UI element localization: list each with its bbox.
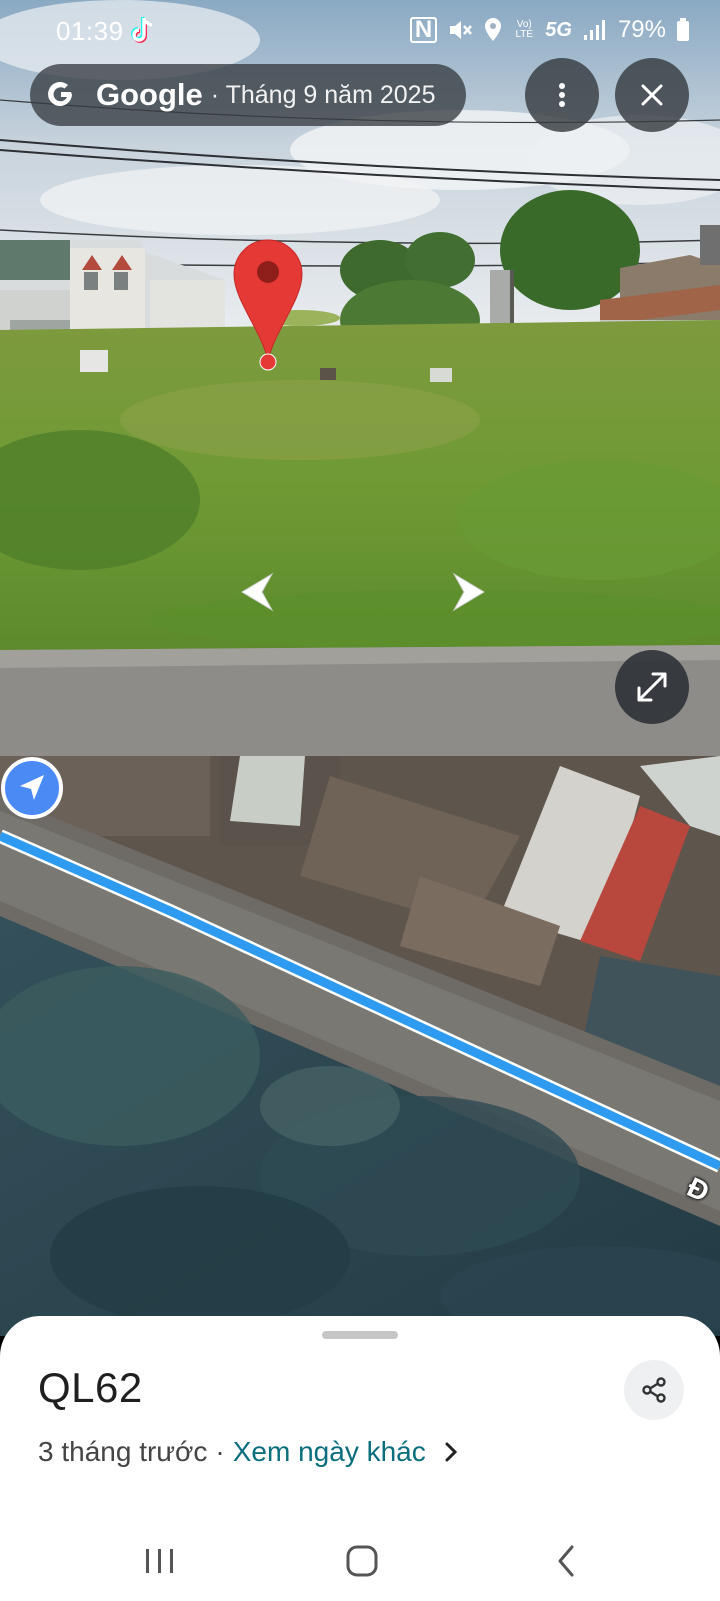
more-options-button[interactable] [525, 58, 599, 132]
back-icon[interactable] [548, 1543, 588, 1579]
tiktok-icon [131, 17, 153, 43]
status-time: 01:39 [56, 16, 124, 46]
brand-label: Google [96, 77, 203, 112]
next-arrow-icon[interactable] [444, 570, 494, 614]
place-title: QL62 [38, 1364, 143, 1411]
home-icon[interactable] [342, 1543, 382, 1579]
previous-arrow-icon[interactable] [232, 570, 282, 614]
status-bar: 01:39 N Vo) LTE 5G 79% [0, 0, 720, 62]
location-icon [485, 18, 502, 41]
satellite-map[interactable]: Đ [0, 756, 720, 1336]
close-button[interactable] [615, 58, 689, 132]
red-pin-icon[interactable] [230, 238, 306, 374]
capture-meta-row: 3 tháng trước · Xem ngày khác [38, 1436, 458, 1468]
see-other-dates-link[interactable]: Xem ngày khác [233, 1436, 426, 1468]
chevron-right-icon[interactable] [444, 1441, 458, 1463]
mute-icon [450, 21, 473, 39]
expand-icon [637, 672, 667, 702]
more-vert-icon [559, 83, 565, 107]
share-button[interactable] [624, 1360, 684, 1420]
street-view-panel[interactable]: 01:39 N Vo) LTE 5G 79% Google · Tháng 9 … [0, 0, 720, 756]
expand-button[interactable] [615, 650, 689, 724]
system-navigation-bar [0, 1521, 720, 1601]
recents-icon[interactable] [140, 1543, 180, 1579]
drag-handle[interactable] [322, 1331, 398, 1339]
meta-separator: · [215, 1436, 225, 1467]
network-label: 5G [545, 18, 572, 41]
battery-percent: 79% [617, 16, 666, 43]
signal-icon [583, 20, 605, 40]
google-g-icon [48, 81, 72, 106]
nfc-icon: N [409, 17, 438, 43]
volte-label: Vo) LTE [515, 19, 534, 40]
capture-age: 3 tháng trước [38, 1436, 208, 1467]
battery-icon [677, 18, 689, 41]
street-view-info-pill: Google · Tháng 9 năm 2025 [30, 64, 466, 126]
satellite-imagery[interactable] [0, 756, 720, 1336]
place-bottom-sheet[interactable]: QL62 3 tháng trước · Xem ngày khác [0, 1316, 720, 1521]
share-icon [642, 1377, 666, 1403]
capture-date: · Tháng 9 năm 2025 [210, 80, 436, 109]
close-icon [641, 84, 663, 106]
navigation-arrow-icon[interactable] [0, 756, 64, 820]
